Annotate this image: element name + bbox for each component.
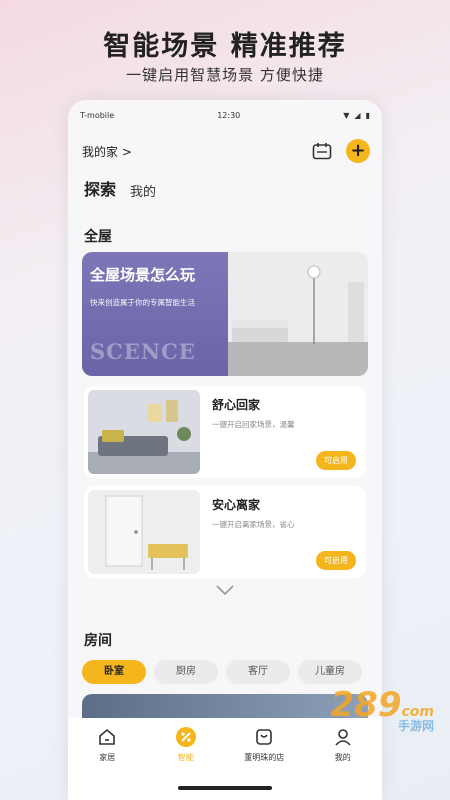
scene-photo-home — [88, 390, 200, 474]
room-chip-kitchen[interactable]: 厨房 — [154, 660, 218, 684]
tabbar-label-store: 董明珠的店 — [244, 753, 285, 762]
smart-icon — [175, 726, 197, 748]
top-bar: 我的家 > + — [82, 138, 370, 164]
plus-icon: + — [350, 140, 366, 161]
room-chip-kids-room[interactable]: 儿童房 — [298, 660, 362, 684]
explore-tabs: 探索 我的 — [84, 176, 156, 202]
scene-photo-leave — [88, 490, 200, 574]
scene-desc-home: 一键开启回家场景，温馨 — [212, 420, 295, 429]
banner-room-photo — [228, 252, 368, 376]
banner-watermark-word: SCENCE — [90, 339, 196, 364]
add-button[interactable]: + — [346, 139, 370, 163]
tab-explore[interactable]: 探索 — [84, 176, 117, 202]
tabbar-label-smart: 智能 — [177, 753, 194, 762]
tabbar-item-profile[interactable]: 我的 — [308, 726, 378, 800]
banner-description: 快来创造属于你的专属智能生活 — [90, 298, 195, 307]
home-icon — [96, 726, 118, 748]
tabbar-item-home[interactable]: 家居 — [72, 726, 142, 800]
clock-label: 12:30 — [217, 110, 241, 120]
chevron-down-icon[interactable] — [215, 584, 235, 596]
room-chips: 卧室 厨房 客厅 儿童房 — [82, 660, 362, 684]
home-indicator — [178, 786, 272, 790]
tab-mine[interactable]: 我的 — [130, 181, 156, 200]
scene-card-home[interactable]: 舒心回家 一键开启回家场景，温馨 可启用 — [84, 386, 366, 478]
enable-button-leave[interactable]: 可启用 — [316, 551, 356, 570]
enable-button-home[interactable]: 可启用 — [316, 451, 356, 470]
wifi-icon: ▼ — [343, 110, 350, 120]
battery-icon: ▮ — [365, 110, 370, 120]
status-icons: ▼ ◢ ▮ — [343, 111, 370, 120]
tabbar-label-home: 家居 — [99, 753, 116, 762]
promo-headline: 智能场景 精准推荐 — [103, 31, 347, 62]
scene-name-leave: 安心离家 — [212, 498, 261, 512]
scene-card-leave[interactable]: 安心离家 一键开启离家场景，省心 可启用 — [84, 486, 366, 578]
signal-icon: ◢ — [354, 110, 361, 120]
carrier-label: T-mobile — [80, 110, 115, 120]
scene-name-home: 舒心回家 — [212, 398, 261, 412]
tabbar-label-profile: 我的 — [334, 753, 351, 762]
home-selector-label: 我的家 > — [82, 144, 132, 159]
living-room-illustration — [228, 252, 368, 376]
home-selector[interactable]: 我的家 > — [82, 143, 132, 160]
banner-title: 全屋场景怎么玩 — [90, 266, 196, 284]
promo-subline: 一键启用智慧场景 方便快捷 — [126, 66, 324, 84]
room-chip-living-room[interactable]: 客厅 — [226, 660, 290, 684]
site-watermark-logo: 289com 手游网 — [331, 685, 435, 734]
calendar-icon[interactable] — [312, 142, 332, 160]
whole-house-title: 全屋 — [84, 229, 112, 245]
room-chip-bedroom[interactable]: 卧室 — [82, 660, 146, 684]
scene-desc-leave: 一键开启离家场景，省心 — [212, 520, 295, 529]
status-bar: T-mobile 12:30 ▼ ◢ ▮ — [68, 100, 382, 130]
whole-house-banner[interactable]: 全屋场景怎么玩 快来创造属于你的专属智能生活 SCENCE — [82, 252, 368, 376]
rooms-title: 房间 — [84, 633, 112, 649]
watermark-brand: 289 — [330, 685, 402, 725]
banner-text-panel: 全屋场景怎么玩 快来创造属于你的专属智能生活 SCENCE — [82, 252, 228, 376]
store-icon — [253, 726, 275, 748]
